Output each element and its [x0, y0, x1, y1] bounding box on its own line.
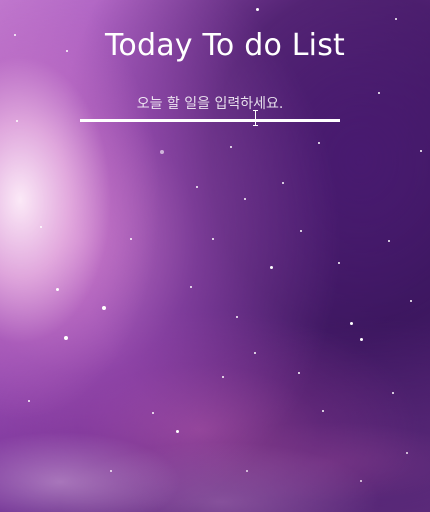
starfield-background — [0, 0, 430, 512]
todo-input[interactable] — [80, 88, 340, 122]
page-title: Today To do List — [105, 28, 345, 63]
text-cursor-icon — [253, 110, 258, 126]
app-root: { "app": { "title": "Today To do List" }… — [0, 0, 430, 512]
nebula-cloud — [0, 362, 430, 512]
